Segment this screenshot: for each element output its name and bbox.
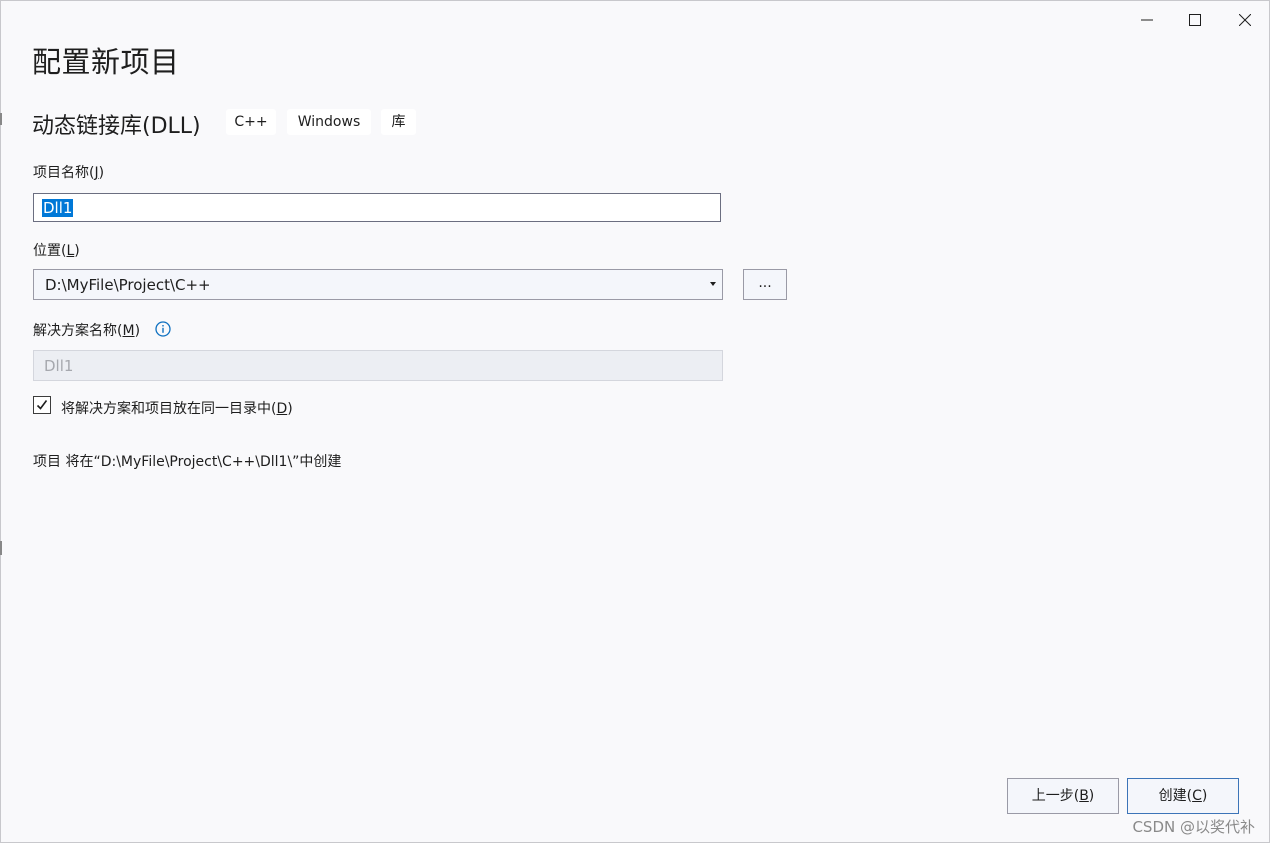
close-icon bbox=[1239, 14, 1251, 26]
window-edge-mark bbox=[0, 113, 2, 125]
minimize-button[interactable] bbox=[1123, 3, 1171, 37]
checkmark-icon bbox=[36, 400, 48, 410]
location-combobox[interactable]: D:\MyFile\Project\C++ bbox=[33, 269, 723, 300]
page-title: 配置新项目 bbox=[32, 45, 180, 79]
back-button[interactable]: 上一步(B) bbox=[1007, 778, 1119, 814]
project-name-input[interactable]: Dll1 bbox=[33, 193, 721, 222]
browse-button-label: ... bbox=[758, 275, 772, 291]
tag-language: C++ bbox=[226, 109, 276, 135]
maximize-button[interactable] bbox=[1171, 3, 1219, 37]
location-label: 位置(L) bbox=[33, 243, 80, 259]
close-button[interactable] bbox=[1221, 3, 1269, 37]
watermark: CSDN @以奖代补 bbox=[1132, 818, 1255, 836]
minimize-icon bbox=[1141, 19, 1153, 21]
dropdown-arrow-icon[interactable] bbox=[710, 282, 716, 286]
project-name-value: Dll1 bbox=[42, 199, 74, 217]
template-name: 动态链接库(DLL) bbox=[32, 114, 201, 139]
browse-button[interactable]: ... bbox=[743, 269, 787, 300]
window-edge-mark bbox=[0, 541, 2, 555]
creation-path-info: 项目 将在“D:\MyFile\Project\C++\Dll1\”中创建 bbox=[33, 454, 342, 470]
tag-platform: Windows bbox=[287, 109, 371, 135]
info-icon[interactable] bbox=[155, 321, 171, 337]
solution-name-label: 解决方案名称(M) bbox=[33, 323, 141, 339]
maximize-icon bbox=[1189, 14, 1201, 26]
configure-project-dialog: 配置新项目 动态链接库(DLL) C++ Windows 库 项目名称(J) D… bbox=[0, 0, 1270, 843]
location-value: D:\MyFile\Project\C++ bbox=[45, 276, 211, 294]
same-directory-checkbox[interactable] bbox=[33, 396, 51, 414]
solution-name-input: Dll1 bbox=[33, 350, 723, 381]
same-directory-label[interactable]: 将解决方案和项目放在同一目录中(D) bbox=[61, 398, 293, 418]
tag-project-type: 库 bbox=[381, 109, 416, 135]
project-name-label: 项目名称(J) bbox=[33, 165, 105, 181]
solution-name-value: Dll1 bbox=[44, 357, 74, 375]
create-button[interactable]: 创建(C) bbox=[1127, 778, 1239, 814]
